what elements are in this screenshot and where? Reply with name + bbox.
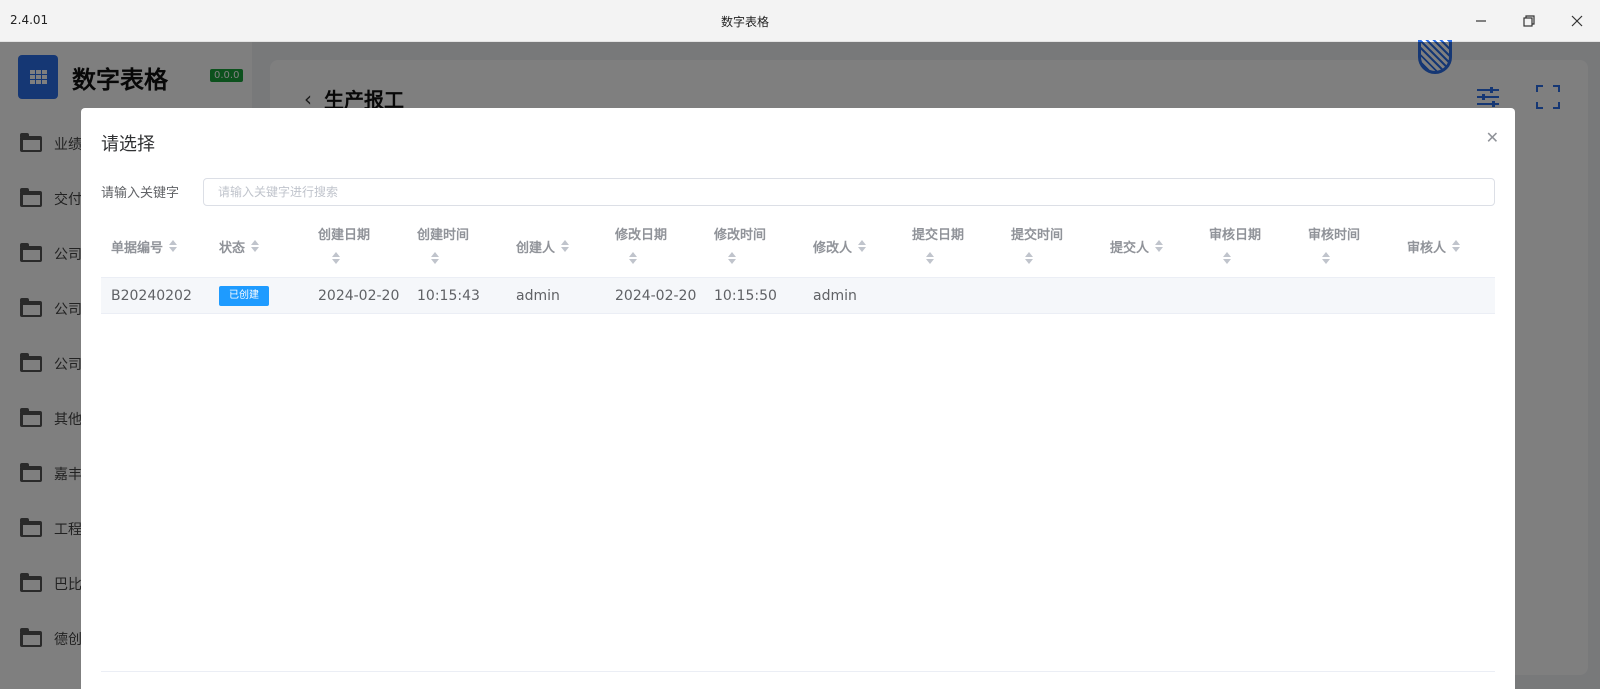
sort-icon[interactable] (169, 240, 178, 252)
divider (101, 671, 1495, 672)
minimize-icon (1476, 20, 1486, 22)
window-title: 数字表格 (720, 15, 769, 29)
table-header: 单据编号 状态 创建日期 创建时间 创建人 修改日期 修改时间 修改人 提交日期… (101, 214, 1495, 278)
window-titlebar: 2.4.01 数字表格 (0, 0, 1600, 42)
sort-icon[interactable] (1452, 240, 1461, 252)
status-badge: 已创建 (219, 286, 269, 306)
sort-icon[interactable] (431, 252, 439, 264)
column-header-label: 提交人 (1110, 240, 1150, 256)
cell-created-date: 2024-02-20 (318, 288, 400, 304)
restore-button[interactable] (1506, 0, 1552, 42)
column-header-label: 提交日期 (912, 228, 965, 243)
column-header[interactable]: 审核时间 (1308, 214, 1398, 278)
cell-status: 已创建 (219, 278, 269, 314)
column-header[interactable]: 单据编号 (111, 214, 178, 278)
column-header[interactable]: 创建人 (516, 214, 570, 278)
sort-icon[interactable] (1155, 240, 1164, 252)
cell-created-time: 10:15:43 (417, 288, 480, 304)
cell-modifier: admin (813, 288, 857, 304)
column-header-label: 创建日期 (318, 228, 371, 243)
column-header-label: 审核日期 (1209, 228, 1262, 243)
column-header[interactable]: 提交人 (1110, 214, 1164, 278)
search-input[interactable] (203, 178, 1495, 206)
sort-icon[interactable] (561, 240, 570, 252)
column-header-label: 状态 (219, 240, 246, 256)
sort-icon[interactable] (332, 252, 340, 264)
sort-icon[interactable] (1025, 252, 1033, 264)
close-icon (1571, 15, 1583, 27)
column-header[interactable]: 创建日期 (318, 214, 408, 278)
data-table: 单据编号 状态 创建日期 创建时间 创建人 修改日期 修改时间 修改人 提交日期… (101, 214, 1495, 314)
minimize-button[interactable] (1458, 0, 1504, 42)
column-header-label: 创建人 (516, 240, 556, 256)
column-header-label: 修改日期 (615, 228, 668, 243)
search-label: 请输入关键字 (101, 186, 180, 201)
sort-icon[interactable] (926, 252, 934, 264)
column-header[interactable]: 提交日期 (912, 214, 1002, 278)
table-row[interactable]: B20240202 已创建 2024-02-20 10:15:43 admin … (101, 278, 1495, 314)
sort-icon[interactable] (1223, 252, 1231, 264)
cell-creator: admin (516, 288, 560, 304)
column-header[interactable]: 修改人 (813, 214, 867, 278)
sort-icon[interactable] (858, 240, 867, 252)
restore-icon (1523, 15, 1535, 27)
cell-modified-time: 10:15:50 (714, 288, 777, 304)
column-header-label: 修改时间 (714, 228, 767, 243)
cell-doc-no: B20240202 (111, 288, 192, 304)
column-header[interactable]: 修改日期 (615, 214, 705, 278)
column-header-label: 审核人 (1407, 240, 1447, 256)
sort-icon[interactable] (251, 240, 260, 252)
cell-modified-date: 2024-02-20 (615, 288, 697, 304)
column-header[interactable]: 审核日期 (1209, 214, 1299, 278)
close-icon[interactable]: ✕ (1486, 128, 1499, 147)
column-header[interactable]: 审核人 (1407, 214, 1461, 278)
sort-icon[interactable] (1322, 252, 1330, 264)
column-header[interactable]: 创建时间 (417, 214, 507, 278)
column-header[interactable]: 修改时间 (714, 214, 804, 278)
column-header[interactable]: 提交时间 (1011, 214, 1101, 278)
column-header-label: 修改人 (813, 240, 853, 256)
column-header-label: 创建时间 (417, 228, 470, 243)
column-header-label: 提交时间 (1011, 228, 1064, 243)
sort-icon[interactable] (728, 252, 736, 264)
sort-icon[interactable] (629, 252, 637, 264)
column-header[interactable]: 状态 (219, 214, 260, 278)
column-header-label: 审核时间 (1308, 228, 1361, 243)
column-header-label: 单据编号 (111, 240, 164, 256)
select-dialog: 请选择 ✕ 请输入关键字 单据编号 状态 创建日期 创建时间 创建人 修改日期 … (81, 108, 1515, 689)
dialog-title: 请选择 (101, 134, 155, 155)
window-close-button[interactable] (1554, 0, 1600, 42)
